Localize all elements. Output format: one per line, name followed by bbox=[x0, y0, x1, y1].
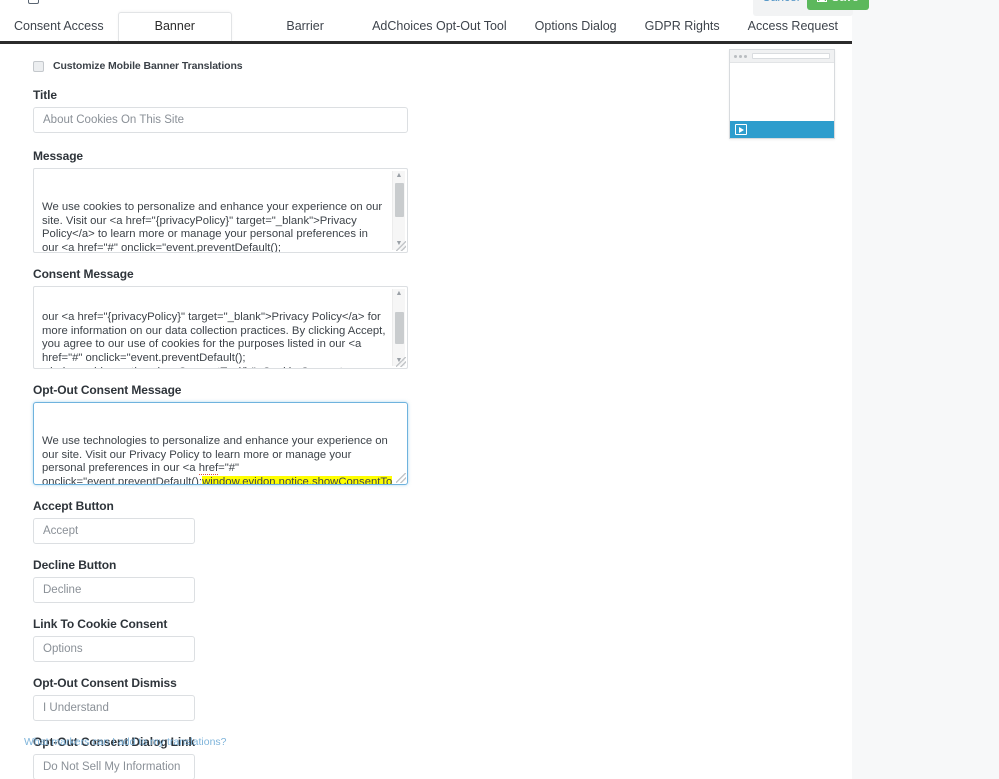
preview-browser-chrome bbox=[730, 50, 834, 63]
tab-barrier[interactable]: Barrier bbox=[272, 13, 338, 41]
browser-dot-icon bbox=[734, 54, 737, 58]
field-optout-dismiss: Opt-Out Consent Dismiss bbox=[33, 676, 852, 721]
resize-grip-icon[interactable] bbox=[396, 357, 406, 367]
clipped-top-icon bbox=[28, 0, 39, 4]
optout-message-textarea-wrap: We use technologies to personalize and e… bbox=[33, 402, 408, 485]
scroll-track[interactable] bbox=[394, 300, 404, 354]
browser-dot-icon bbox=[739, 54, 742, 58]
scroll-up-icon[interactable]: ▲ bbox=[396, 171, 403, 182]
tab-options-dialog[interactable]: Options Dialog bbox=[521, 13, 631, 41]
field-consent-message: Consent Message our <a href="{privacyPol… bbox=[33, 267, 852, 369]
preview-url-bar bbox=[752, 53, 830, 59]
tab-access-request[interactable]: Access Request bbox=[734, 13, 852, 41]
customize-mobile-banner-checkbox[interactable] bbox=[33, 60, 44, 72]
banner-preview[interactable] bbox=[729, 49, 835, 139]
link-cookie-consent-input[interactable] bbox=[33, 636, 195, 662]
scroll-thumb[interactable] bbox=[394, 183, 404, 217]
field-optout-message: Opt-Out Consent Message We use technolog… bbox=[33, 383, 852, 485]
field-message: Message We use cookies to personalize an… bbox=[33, 149, 852, 253]
optout-message-text: We use technologies to personalize and e… bbox=[42, 435, 397, 484]
consent-message-textarea[interactable]: our <a href="{privacyPolicy}" target="_b… bbox=[33, 286, 408, 369]
consent-message-textarea-wrap: our <a href="{privacyPolicy}" target="_b… bbox=[33, 286, 408, 369]
message-text: We use cookies to personalize and enhanc… bbox=[42, 201, 383, 253]
optout-dialog-link-input[interactable] bbox=[33, 754, 195, 779]
optout-message-label: Opt-Out Consent Message bbox=[33, 383, 182, 397]
tab-bar: Consent Access Banner Barrier AdChoices … bbox=[0, 12, 852, 44]
tab-banner[interactable]: Banner bbox=[117, 12, 232, 41]
tab-gdpr-rights[interactable]: GDPR Rights bbox=[631, 13, 734, 41]
optout-dismiss-label: Opt-Out Consent Dismiss bbox=[33, 676, 177, 690]
resize-grip-icon[interactable] bbox=[396, 241, 406, 251]
message-scrollbar[interactable]: ▲ ▼ bbox=[392, 171, 405, 250]
cancel-button[interactable]: Cancel bbox=[760, 0, 801, 8]
field-decline-button: Decline Button bbox=[33, 558, 852, 603]
banner-form: Customize Mobile Banner Translations Tit… bbox=[0, 44, 852, 779]
decline-button-label: Decline Button bbox=[33, 558, 117, 572]
accept-button-label: Accept Button bbox=[33, 499, 114, 513]
scroll-thumb[interactable] bbox=[394, 312, 404, 345]
field-link-cookie-consent: Link To Cookie Consent bbox=[33, 617, 852, 662]
consent-message-text: our <a href="{privacyPolicy}" target="_b… bbox=[42, 311, 386, 368]
save-button-label: Save bbox=[831, 0, 858, 4]
save-button[interactable]: Save bbox=[807, 0, 869, 10]
title-input[interactable] bbox=[33, 107, 408, 133]
tab-consent-access[interactable]: Consent Access bbox=[0, 13, 118, 41]
resize-grip-icon[interactable] bbox=[396, 473, 406, 483]
consent-message-scrollbar[interactable]: ▲ ▼ bbox=[392, 289, 405, 366]
scroll-track[interactable] bbox=[394, 183, 404, 238]
browser-dot-icon bbox=[744, 54, 747, 58]
decline-button-input[interactable] bbox=[33, 577, 195, 603]
play-preview-icon[interactable] bbox=[735, 124, 747, 135]
translation-markers-help-link[interactable]: What markers can I add to my translation… bbox=[24, 736, 227, 748]
customize-mobile-banner-label: Customize Mobile Banner Translations bbox=[53, 60, 243, 72]
floppy-disk-icon bbox=[817, 0, 828, 2]
optout-dismiss-input[interactable] bbox=[33, 695, 195, 721]
scroll-up-icon[interactable]: ▲ bbox=[396, 289, 403, 299]
preview-banner-bar[interactable] bbox=[730, 121, 834, 138]
optout-message-textarea[interactable]: We use technologies to personalize and e… bbox=[33, 402, 408, 485]
field-accept-button: Accept Button bbox=[33, 499, 852, 544]
accept-button-input[interactable] bbox=[33, 518, 195, 544]
preview-page-body bbox=[730, 63, 834, 121]
consent-message-label: Consent Message bbox=[33, 267, 134, 281]
tab-adchoices-optout-tool[interactable]: AdChoices Opt-Out Tool bbox=[358, 13, 521, 41]
link-cookie-consent-label: Link To Cookie Consent bbox=[33, 617, 168, 631]
app-root: Cancel Save Consent Access Banner Barrie… bbox=[0, 0, 999, 779]
message-textarea[interactable]: We use cookies to personalize and enhanc… bbox=[33, 168, 408, 253]
message-textarea-wrap: We use cookies to personalize and enhanc… bbox=[33, 168, 408, 253]
message-label: Message bbox=[33, 149, 83, 163]
